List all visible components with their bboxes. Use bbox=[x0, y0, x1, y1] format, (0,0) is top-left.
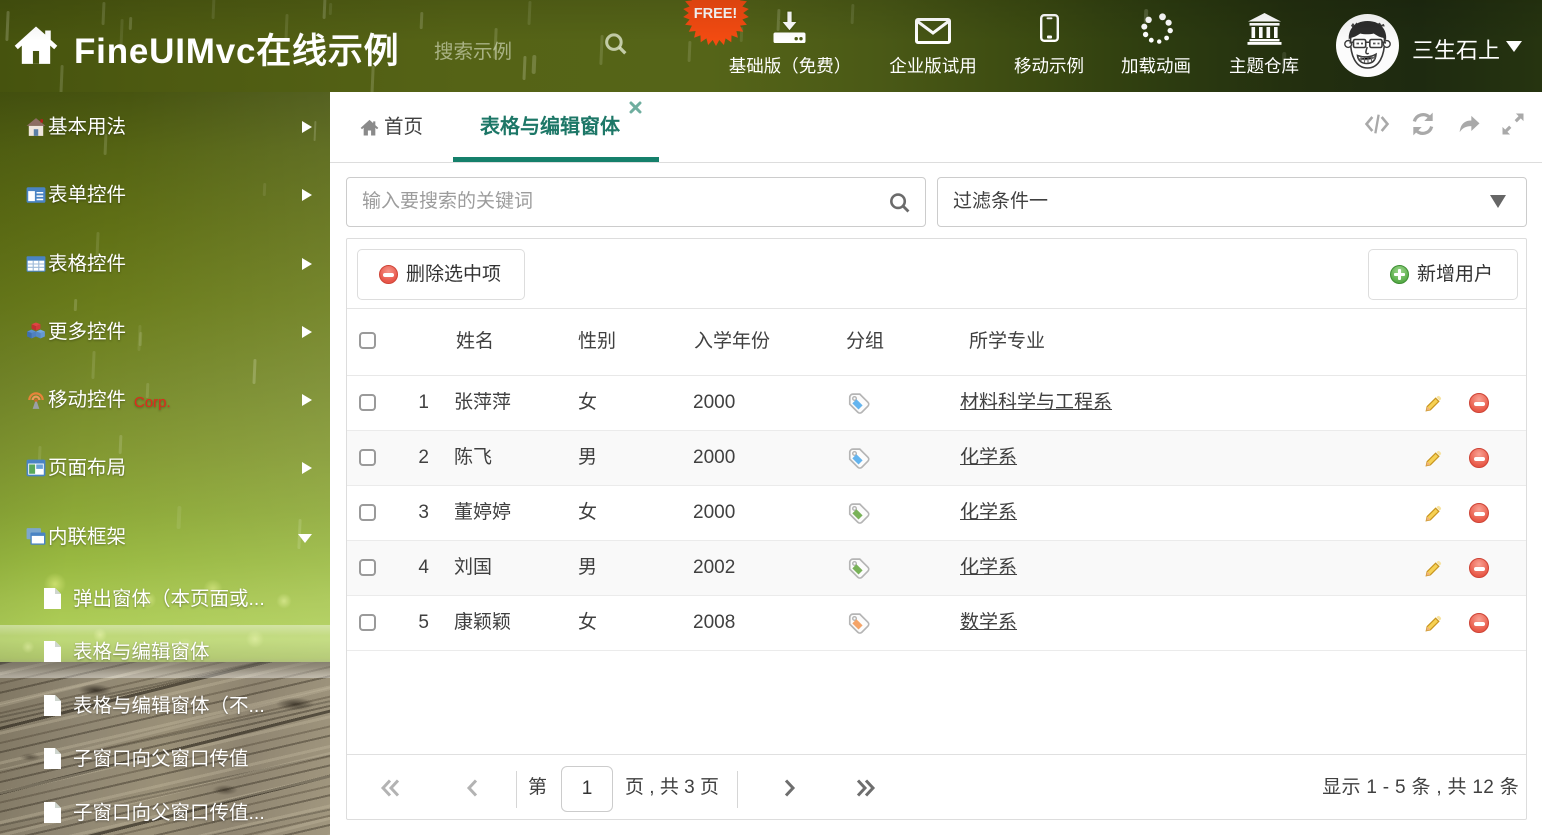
svg-text:FREE!: FREE! bbox=[694, 6, 738, 22]
